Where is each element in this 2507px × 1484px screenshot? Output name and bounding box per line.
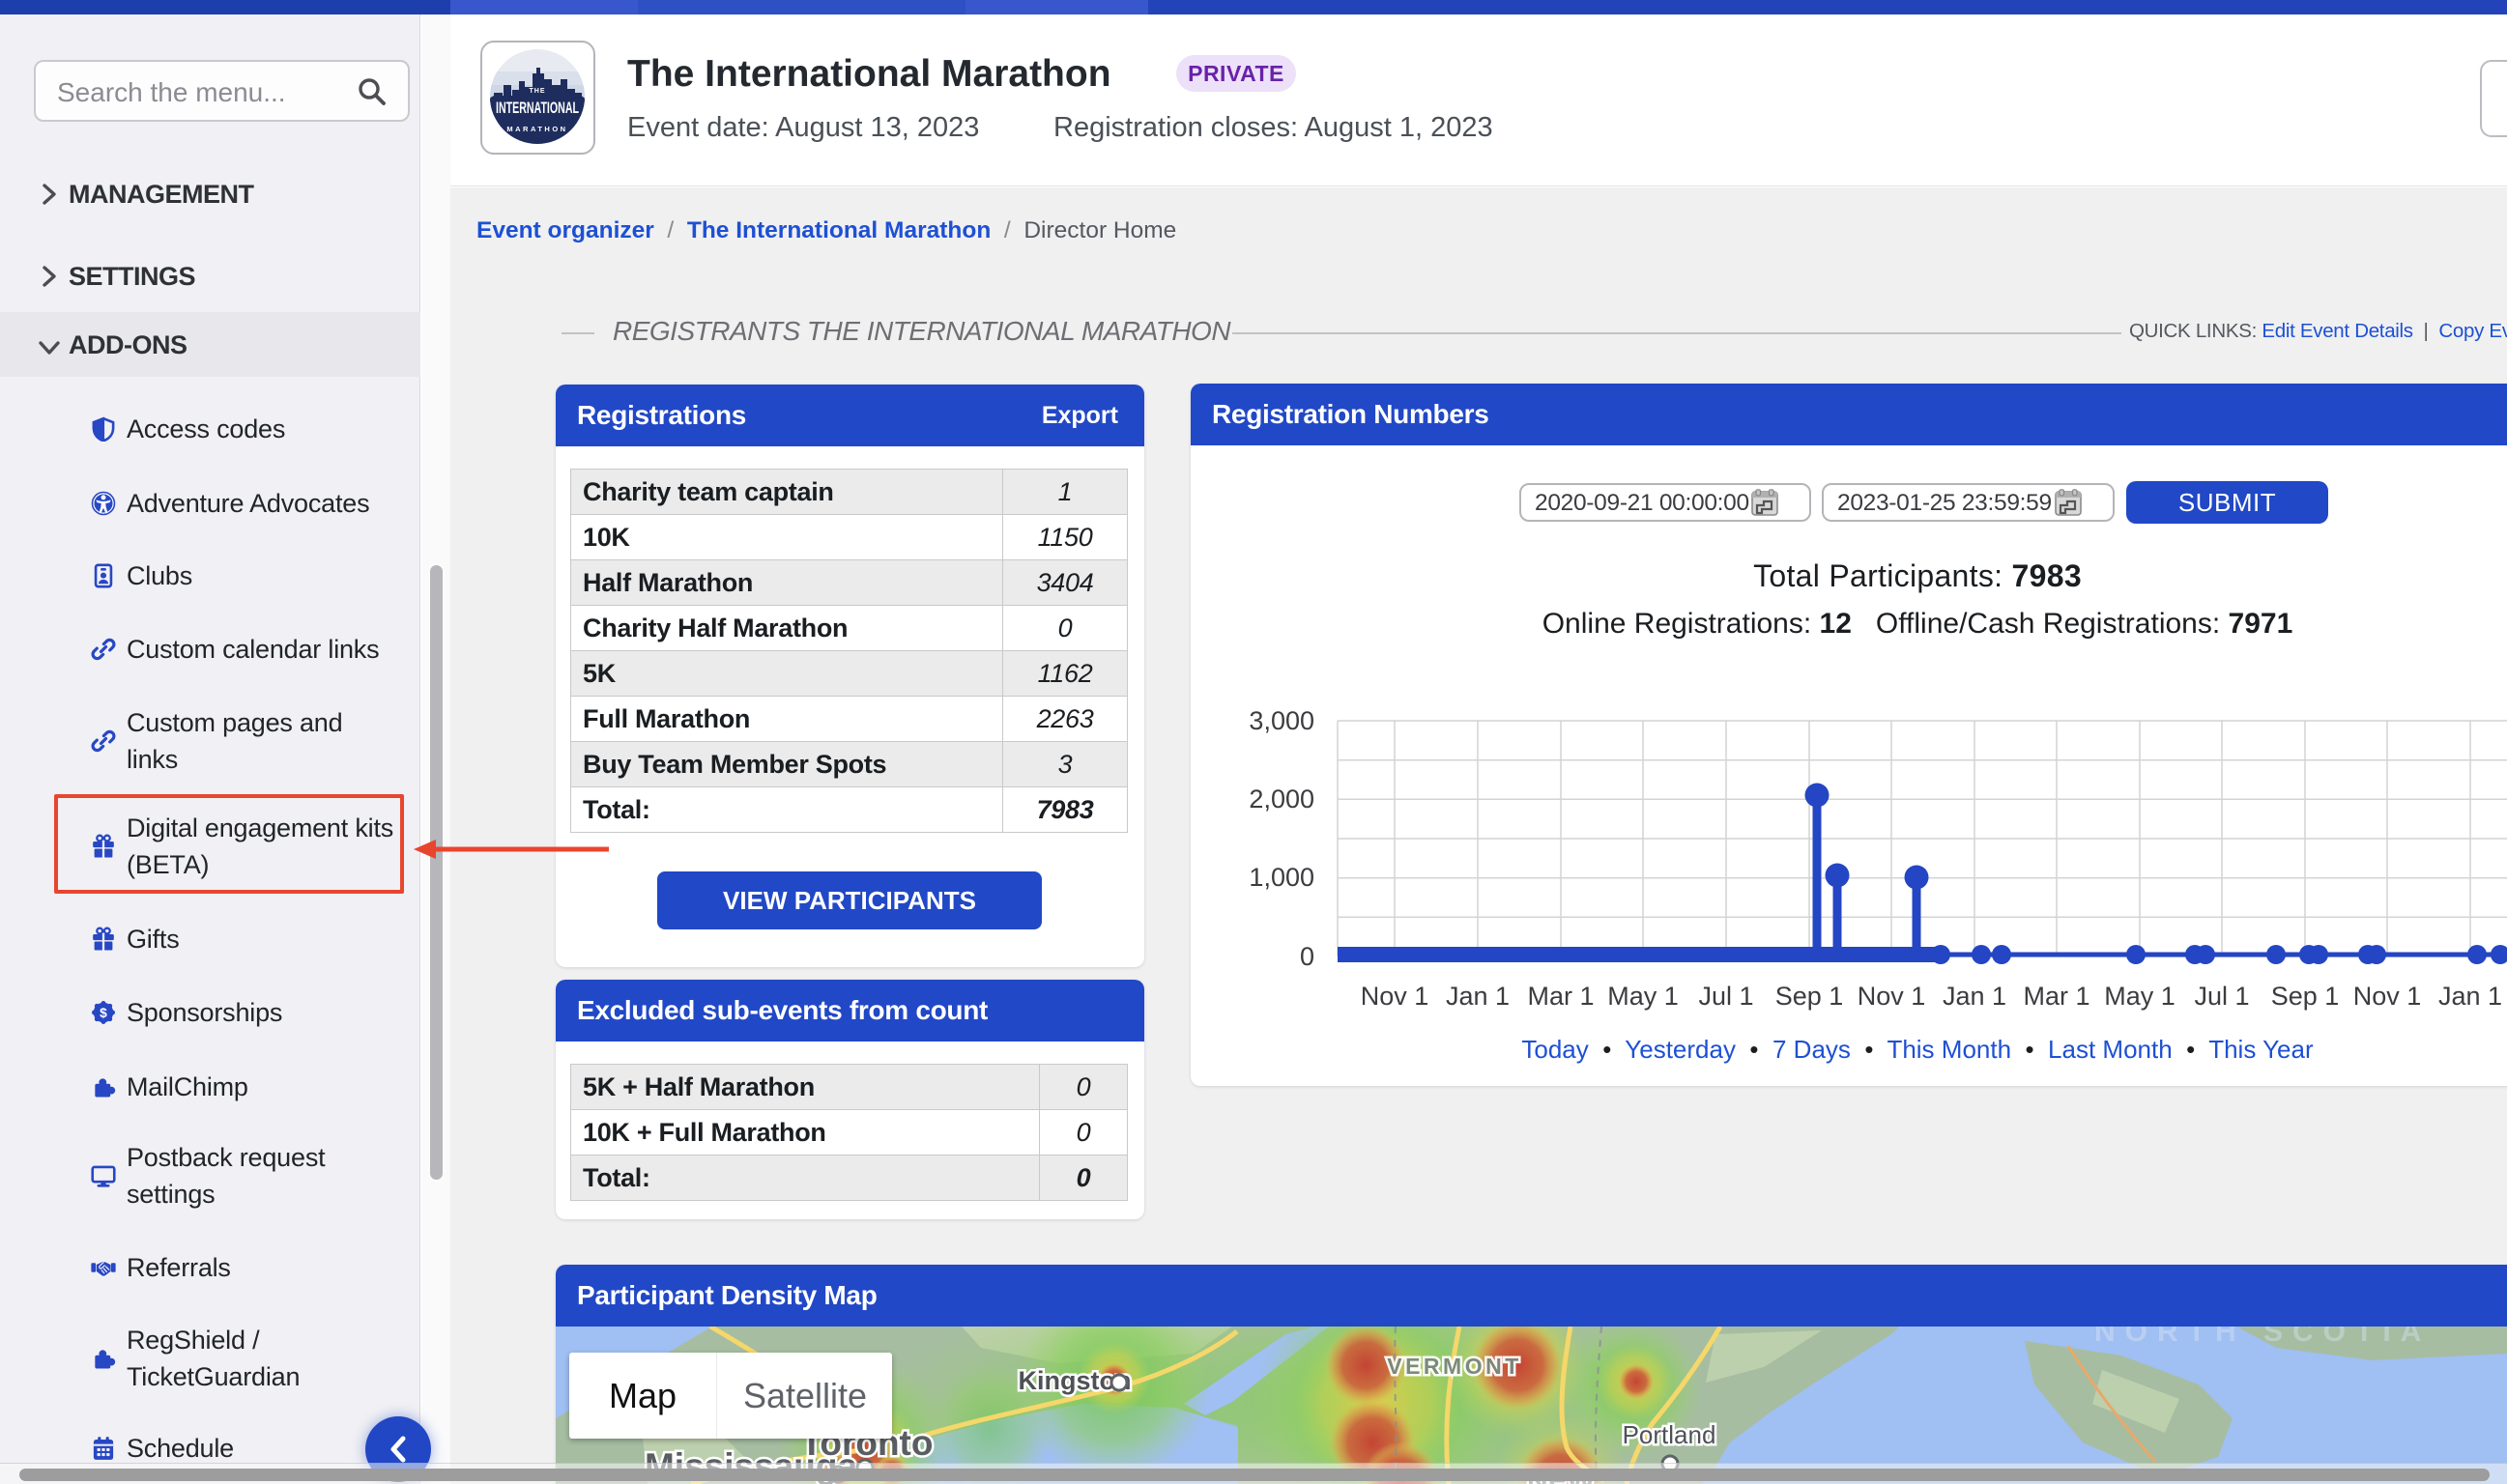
svg-text:INTERNATIONAL: INTERNATIONAL: [496, 100, 579, 117]
svg-text:$: $: [100, 1006, 107, 1020]
svg-text:• MARATHON •: • MARATHON •: [498, 125, 578, 133]
svg-text:VERMONT: VERMONT: [1387, 1354, 1522, 1379]
svg-text:THE: THE: [530, 88, 546, 95]
svg-text:NORTH SCOTIA: NORTH SCOTIA: [2094, 1327, 2431, 1348]
svg-text:Portland: Portland: [1623, 1420, 1716, 1449]
